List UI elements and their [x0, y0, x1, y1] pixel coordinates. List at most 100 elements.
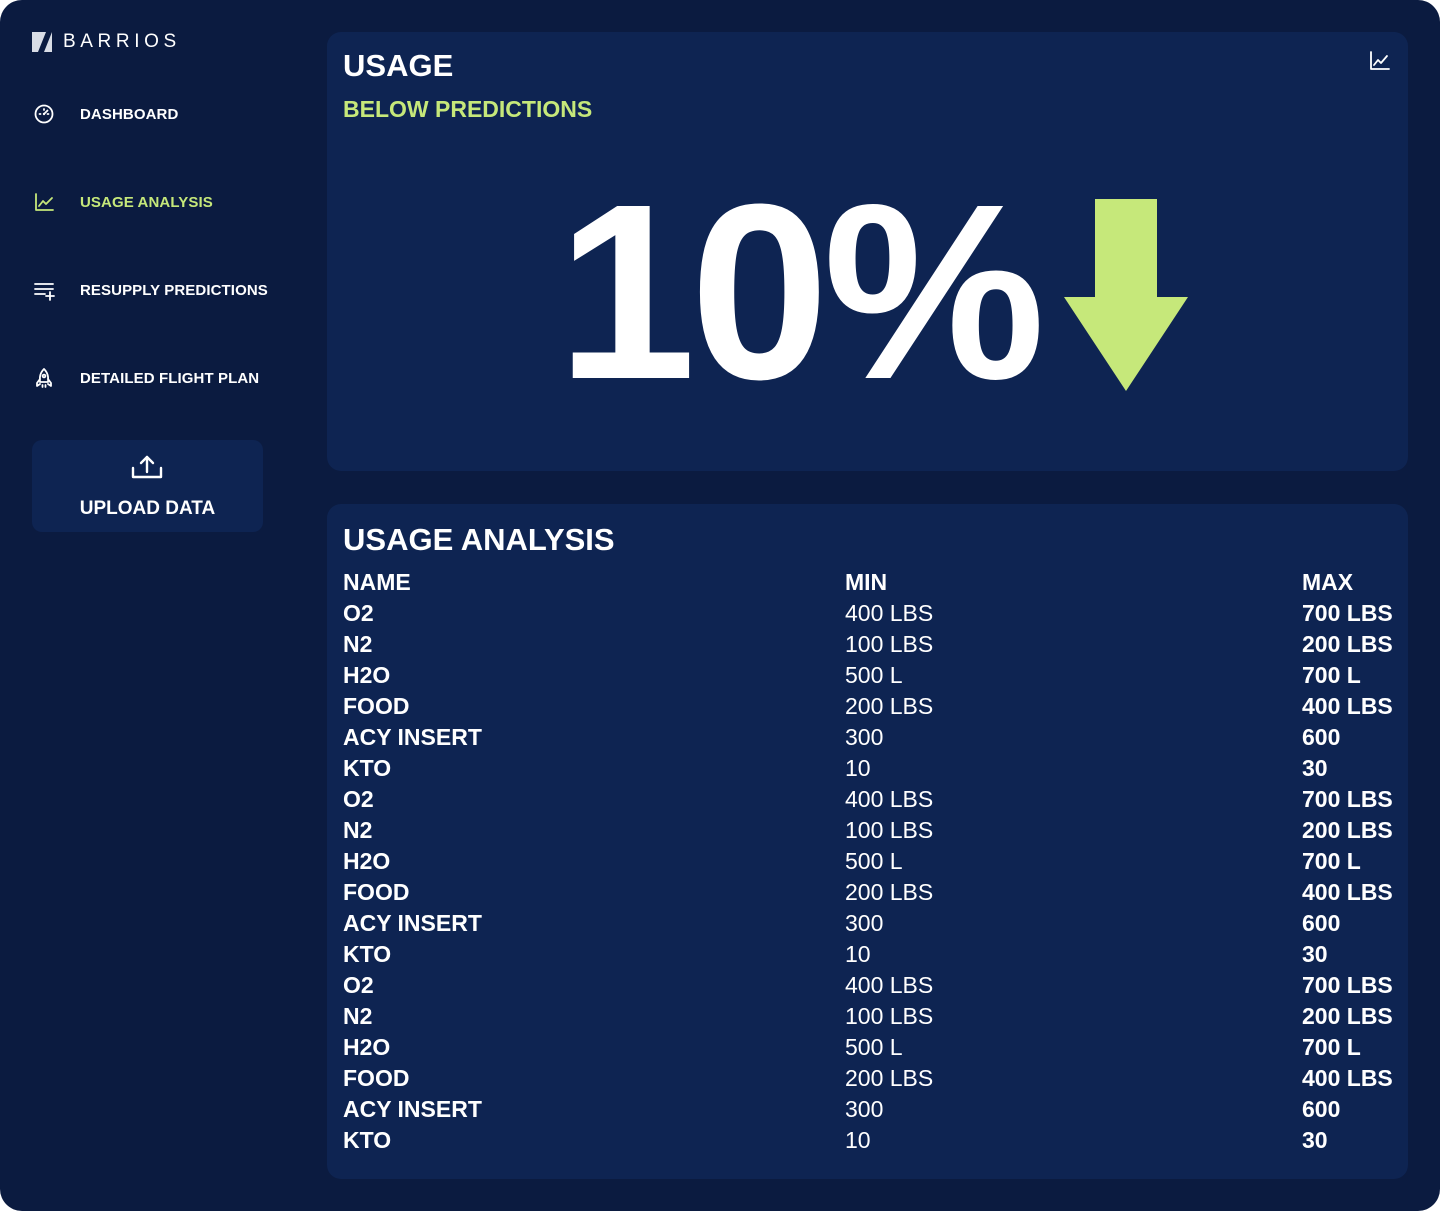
min-cell: 400 LBS: [845, 972, 934, 998]
table-row: FOOD 200 LBS 400 LBS: [343, 1063, 1393, 1094]
max-cell: 600: [1302, 910, 1341, 936]
usage-card: USAGE BELOW PREDICTIONS 10%: [327, 32, 1408, 471]
column-header-name: NAME: [343, 569, 411, 595]
line-chart-icon[interactable]: [1368, 49, 1392, 73]
min-cell: 300: [845, 1096, 884, 1122]
table-row: ACY INSERT 300 600: [343, 1094, 1393, 1125]
table-header: NAME MIN MAX: [343, 567, 1393, 598]
max-cell: 30: [1302, 1127, 1328, 1153]
max-cell: 200 LBS: [1302, 817, 1393, 843]
name-cell: O2: [343, 600, 374, 626]
table-row: ACY INSERT 300 600: [343, 908, 1393, 939]
min-cell: 10: [845, 1127, 871, 1153]
table-row: N2 100 LBS 200 LBS: [343, 629, 1393, 660]
sidebar-item-label: DETAILED FLIGHT PLAN: [80, 369, 260, 387]
column-header-min: MIN: [845, 569, 888, 595]
min-cell: 300: [845, 724, 884, 750]
name-cell: H2O: [343, 662, 391, 688]
table-row: ACY INSERT 300 600: [343, 722, 1393, 753]
min-cell: 200 LBS: [845, 1065, 934, 1091]
usage-analysis-card: USAGE ANALYSIS NAME MIN MAX O2 400 LBS 700…: [327, 504, 1408, 1179]
brand-mark-icon: [32, 32, 52, 52]
name-cell: FOOD: [343, 693, 410, 719]
name-cell: H2O: [343, 1034, 391, 1060]
arrow-down-icon: [1064, 199, 1188, 391]
table-row: N2 100 LBS 200 LBS: [343, 1001, 1393, 1032]
table-row: H2O 500 L 700 L: [343, 1032, 1393, 1063]
name-cell: ACY INSERT: [343, 910, 482, 936]
max-cell: 200 LBS: [1302, 631, 1393, 657]
usage-table: NAME MIN MAX O2 400 LBS 700 LBS N2 100 LBS 20…: [343, 567, 1393, 1156]
upload-icon: [131, 455, 163, 479]
sidebar-item-label: DASHBOARD: [80, 105, 179, 123]
table-row: KTO 10 30: [343, 939, 1393, 970]
column-header-max: MAX: [1302, 569, 1354, 595]
table-row: KTO 10 30: [343, 753, 1393, 784]
usage-status: BELOW PREDICTIONS: [343, 96, 593, 122]
name-cell: KTO: [343, 1127, 392, 1153]
name-cell: N2: [343, 1003, 373, 1029]
gauge-icon: [32, 102, 56, 126]
max-cell: 700 LBS: [1302, 972, 1393, 998]
min-cell: 100 LBS: [845, 631, 934, 657]
name-cell: N2: [343, 631, 373, 657]
max-cell: 30: [1302, 941, 1328, 967]
table-row: O2 400 LBS 700 LBS: [343, 784, 1393, 815]
max-cell: 700 L: [1302, 848, 1361, 874]
max-cell: 200 LBS: [1302, 1003, 1393, 1029]
sidebar-item-dashboard[interactable]: DASHBOARD: [32, 94, 292, 134]
brand-name: BARRIOS: [63, 31, 181, 52]
max-cell: 700 L: [1302, 1034, 1361, 1060]
sidebar-item-label: RESUPPLY PREDICTIONS: [80, 281, 268, 299]
name-cell: H2O: [343, 848, 391, 874]
min-cell: 10: [845, 941, 871, 967]
min-cell: 10: [845, 755, 871, 781]
max-cell: 700 LBS: [1302, 786, 1393, 812]
table-row: FOOD 200 LBS 400 LBS: [343, 877, 1393, 908]
table-row: O2 400 LBS 700 LBS: [343, 970, 1393, 1001]
min-cell: 400 LBS: [845, 786, 934, 812]
table-body: O2 400 LBS 700 LBS N2 100 LBS 200 LBS H2O 500 L…: [343, 598, 1393, 1156]
max-cell: 30: [1302, 755, 1328, 781]
sidebar-item-label: USAGE ANALYSIS: [80, 193, 213, 211]
max-cell: 400 LBS: [1302, 693, 1393, 719]
max-cell: 400 LBS: [1302, 879, 1393, 905]
name-cell: KTO: [343, 941, 392, 967]
min-cell: 300: [845, 910, 884, 936]
app-window: BARRIOS DASHBOARD USAGE ANALYSIS RESUPPL…: [0, 0, 1440, 1211]
sidebar-item-usage-analysis[interactable]: USAGE ANALYSIS: [32, 182, 292, 222]
table-row: FOOD 200 LBS 400 LBS: [343, 691, 1393, 722]
table-row: KTO 10 30: [343, 1125, 1393, 1156]
name-cell: FOOD: [343, 1065, 410, 1091]
upload-data-label: UPLOAD DATA: [79, 498, 216, 519]
table-row: O2 400 LBS 700 LBS: [343, 598, 1393, 629]
line-chart-icon: [32, 190, 56, 214]
name-cell: O2: [343, 972, 374, 998]
name-cell: ACY INSERT: [343, 1096, 482, 1122]
min-cell: 500 L: [845, 1034, 903, 1060]
analysis-title: USAGE ANALYSIS: [343, 522, 615, 557]
max-cell: 400 LBS: [1302, 1065, 1393, 1091]
min-cell: 100 LBS: [845, 1003, 934, 1029]
max-cell: 600: [1302, 1096, 1341, 1122]
min-cell: 200 LBS: [845, 879, 934, 905]
min-cell: 200 LBS: [845, 693, 934, 719]
max-cell: 600: [1302, 724, 1341, 750]
name-cell: O2: [343, 786, 374, 812]
table-row: H2O 500 L 700 L: [343, 660, 1393, 691]
min-cell: 400 LBS: [845, 600, 934, 626]
sidebar-item-resupply-predictions[interactable]: RESUPPLY PREDICTIONS: [32, 270, 292, 310]
min-cell: 500 L: [845, 662, 903, 688]
sidebar-item-detailed-flight-plan[interactable]: DETAILED FLIGHT PLAN: [32, 358, 292, 398]
table-row: N2 100 LBS 200 LBS: [343, 815, 1393, 846]
brand-logo: BARRIOS: [32, 30, 181, 54]
max-cell: 700 LBS: [1302, 600, 1393, 626]
name-cell: KTO: [343, 755, 392, 781]
table-row: H2O 500 L 700 L: [343, 846, 1393, 877]
name-cell: FOOD: [343, 879, 410, 905]
playlist-add-icon: [32, 278, 56, 302]
name-cell: N2: [343, 817, 373, 843]
rocket-icon: [32, 366, 56, 390]
min-cell: 100 LBS: [845, 817, 934, 843]
max-cell: 700 L: [1302, 662, 1361, 688]
